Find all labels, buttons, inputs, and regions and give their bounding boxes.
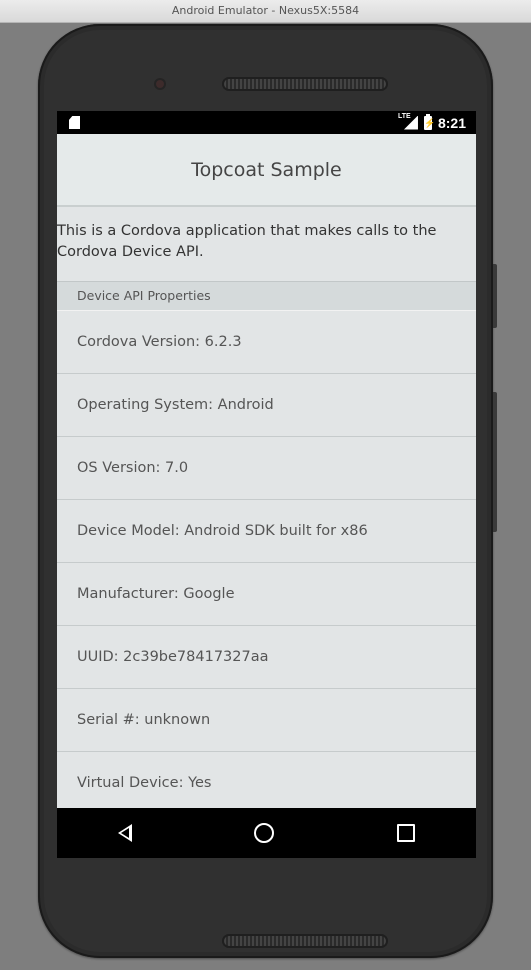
lte-signal-icon: LTE	[397, 112, 418, 130]
status-clock: 8:21	[437, 114, 466, 131]
status-bar: LTE 8:21	[57, 111, 476, 134]
property-uuid[interactable]: UUID: 2c39be78417327aa	[57, 626, 476, 689]
property-serial[interactable]: Serial #: unknown	[57, 689, 476, 752]
property-os-version[interactable]: OS Version: 7.0	[57, 437, 476, 500]
sd-card-icon	[69, 116, 80, 129]
property-virtual-device[interactable]: Virtual Device: Yes	[57, 752, 476, 815]
property-device-model[interactable]: Device Model: Android SDK built for x86	[57, 500, 476, 563]
battery-charging-icon	[423, 113, 432, 130]
network-type-label: LTE	[397, 112, 411, 120]
front-camera	[154, 78, 166, 90]
recents-icon[interactable]	[396, 824, 415, 842]
property-manufacturer[interactable]: Manufacturer: Google	[57, 563, 476, 626]
home-icon[interactable]	[254, 823, 275, 843]
earpiece-speaker	[222, 77, 388, 91]
status-right: LTE 8:21	[397, 111, 466, 134]
section-header-device-api: Device API Properties	[57, 282, 476, 311]
back-icon[interactable]	[118, 824, 133, 842]
bottom-speaker	[222, 934, 388, 948]
property-cordova-version[interactable]: Cordova Version: 6.2.3	[57, 311, 476, 374]
emulator-window-title: Android Emulator - Nexus5X:5584	[0, 0, 531, 23]
app-description: This is a Cordova application that makes…	[57, 207, 476, 282]
app-title: Topcoat Sample	[57, 134, 476, 207]
power-button[interactable]	[493, 392, 497, 532]
property-operating-system[interactable]: Operating System: Android	[57, 374, 476, 437]
volume-button[interactable]	[493, 264, 497, 328]
device-screen: LTE 8:21 Topcoat Sample This is a Cordov…	[57, 111, 476, 858]
android-nav-bar	[57, 808, 476, 858]
